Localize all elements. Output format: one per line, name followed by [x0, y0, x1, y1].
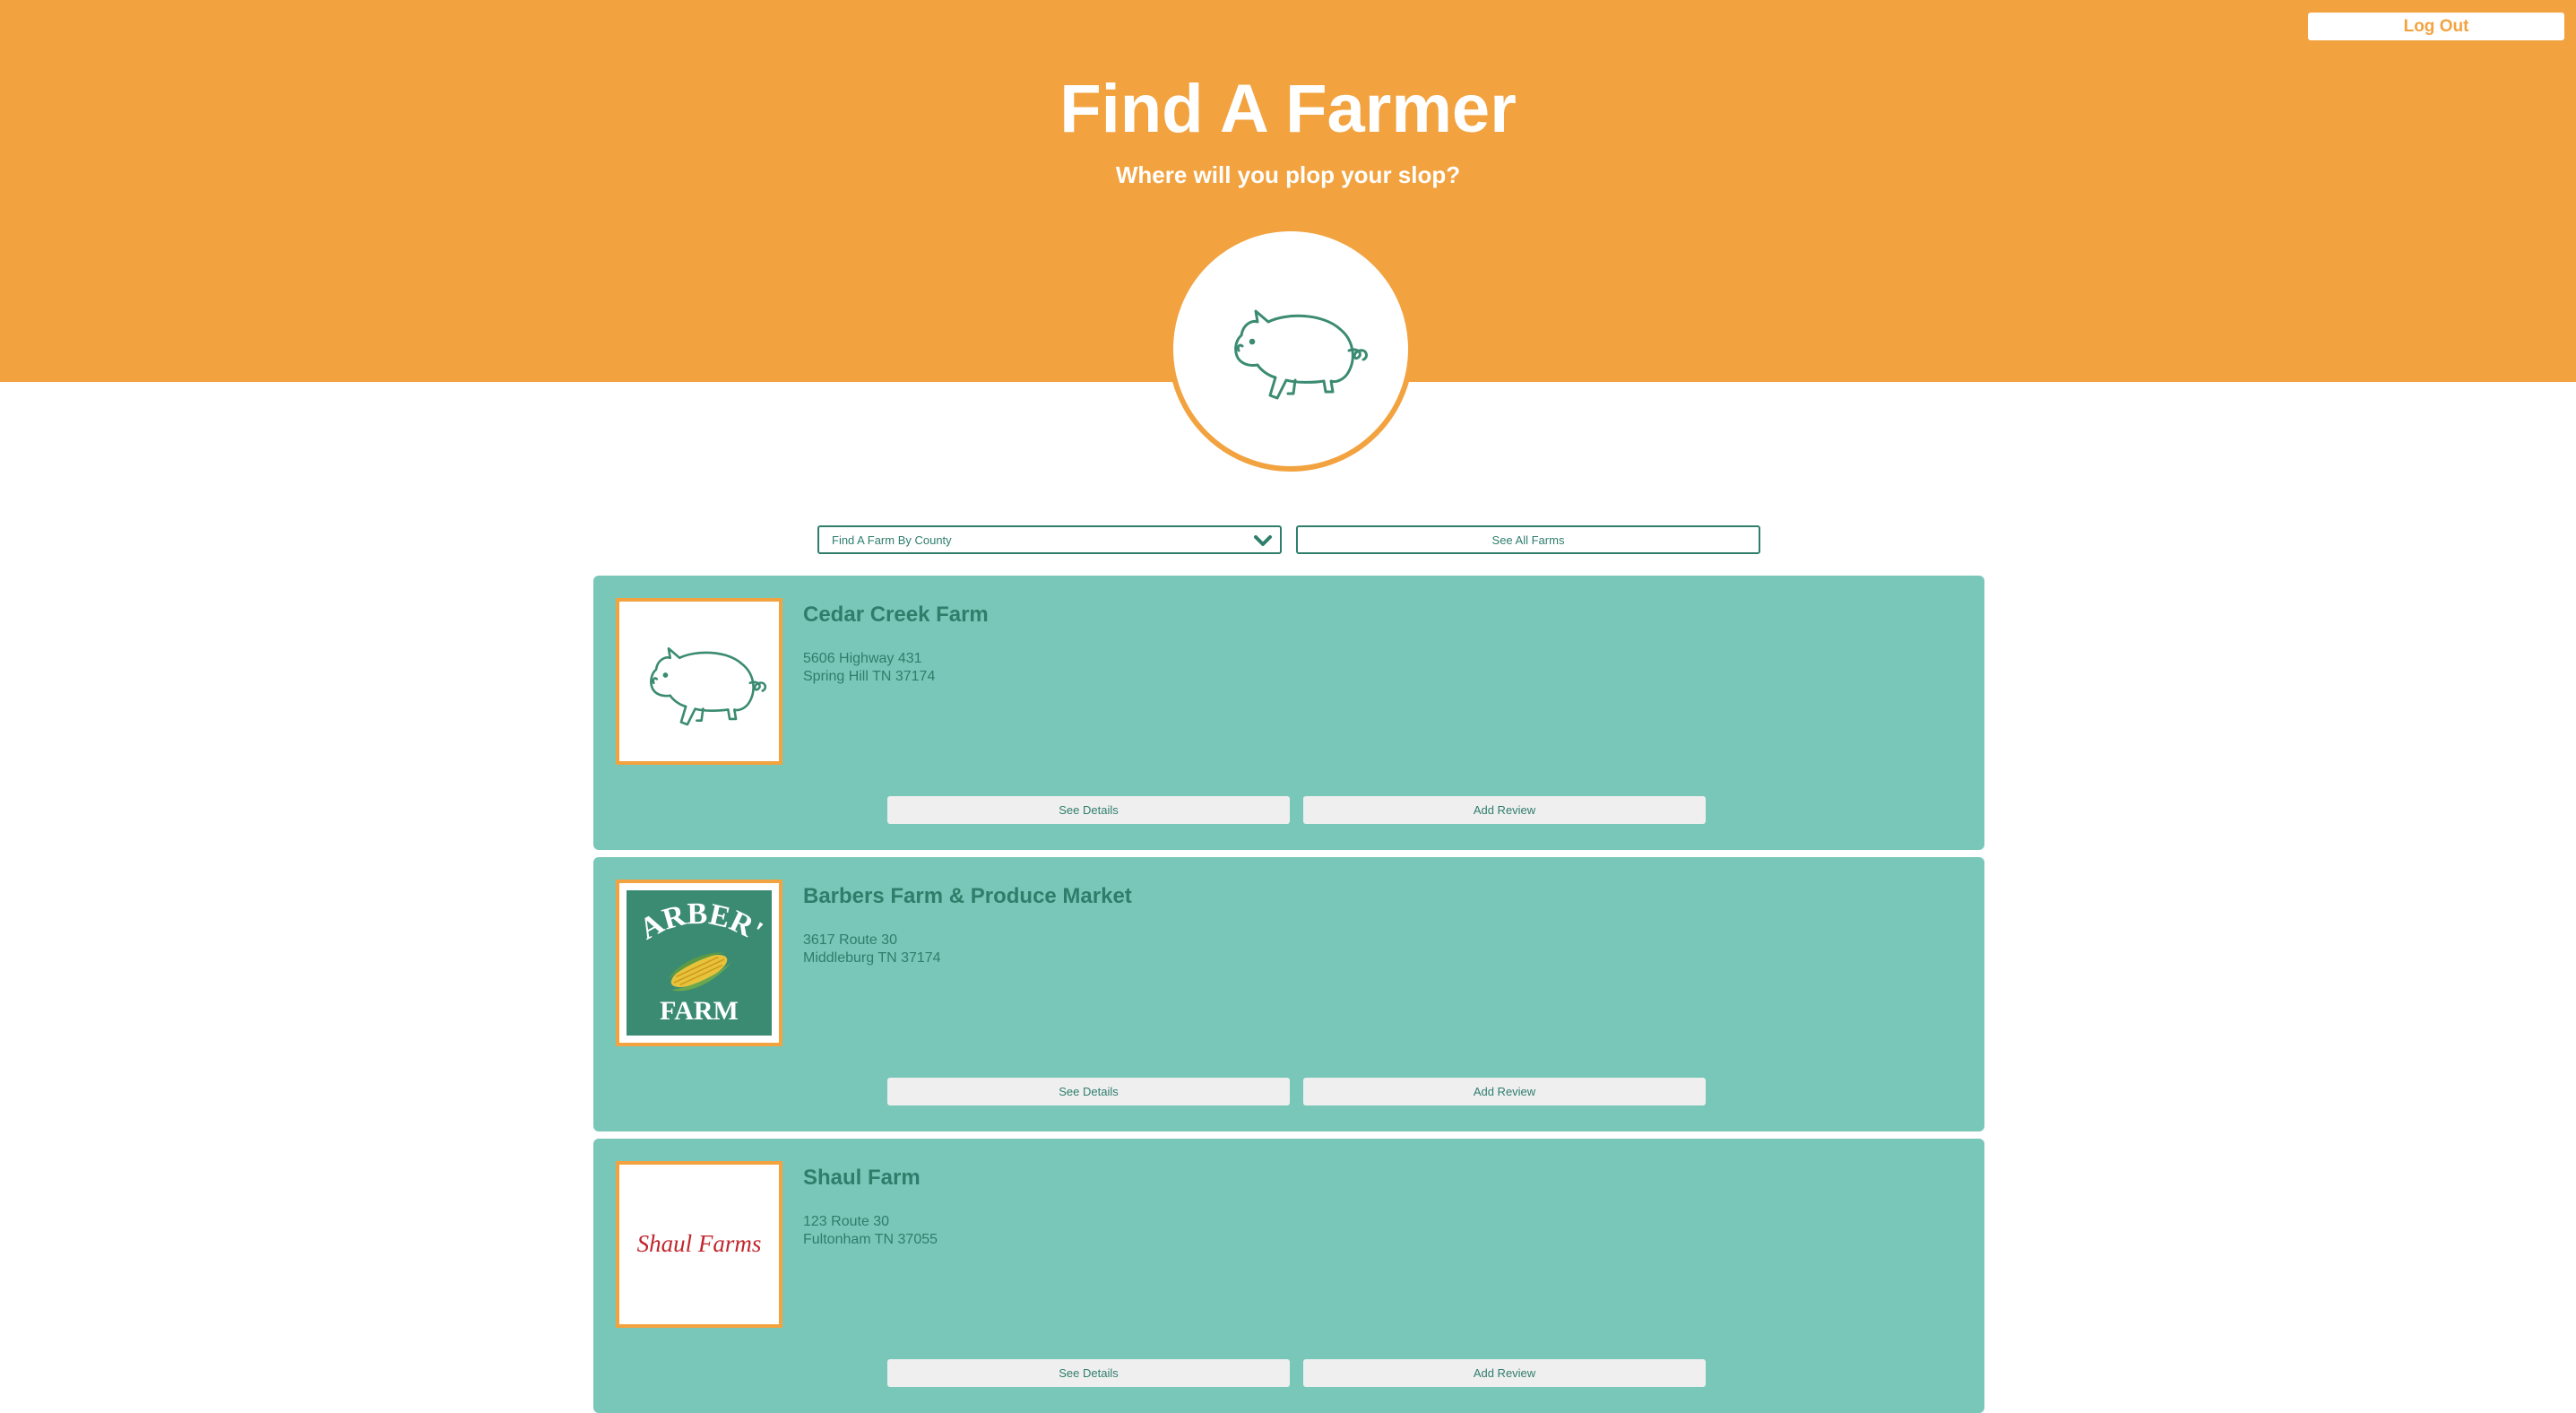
add-review-button[interactable]: Add Review	[1303, 1078, 1706, 1105]
farm-image: Shaul Farms	[616, 1161, 782, 1328]
farm-name: Cedar Creek Farm	[803, 602, 989, 627]
barbers-farm-logo: BARBER'S FARM	[627, 890, 772, 1036]
see-details-button[interactable]: See Details	[887, 1078, 1290, 1105]
farm-name: Shaul Farm	[803, 1166, 921, 1190]
shaul-logo-text: Shaul Farms	[637, 1230, 762, 1257]
barbers-logo-text-bottom: FARM	[660, 996, 739, 1026]
shaul-farms-logo: Shaul Farms	[637, 1230, 762, 1257]
county-select-label: Find A Farm By County	[832, 533, 952, 547]
farm-image: BARBER'S FARM	[616, 880, 782, 1046]
chevron-down-icon	[1254, 535, 1272, 546]
see-details-button[interactable]: See Details	[887, 796, 1290, 824]
farm-name: Barbers Farm & Produce Market	[803, 884, 1132, 908]
add-review-button[interactable]: Add Review	[1303, 1359, 1706, 1387]
farm-image	[616, 598, 782, 765]
county-select[interactable]: Find A Farm By County	[817, 525, 1282, 554]
see-all-farms-button[interactable]: See All Farms	[1296, 525, 1760, 554]
farm-card: Cedar Creek Farm 5606 Highway 431 Spring…	[593, 576, 1984, 850]
see-details-button[interactable]: See Details	[887, 1359, 1290, 1387]
farm-address-line1: 123 Route 30	[803, 1214, 890, 1229]
pig-icon	[650, 646, 767, 726]
farm-address-line2: Spring Hill TN 37174	[803, 669, 936, 684]
page-subtitle: Where will you plop your slop?	[1115, 161, 1461, 188]
page-title: Find A Farmer	[1059, 71, 1517, 147]
farm-card: Shaul Farms Shaul Farm 123 Route 30 Fult…	[593, 1139, 1984, 1413]
add-review-button[interactable]: Add Review	[1303, 796, 1706, 824]
farm-card: BARBER'S FARM Barbers Farm & Produce Mar…	[593, 857, 1984, 1131]
farm-address-line2: Fultonham TN 37055	[803, 1232, 938, 1247]
farm-address-line1: 3617 Route 30	[803, 932, 897, 948]
farm-address-line2: Middleburg TN 37174	[803, 950, 941, 966]
pig-icon	[1234, 309, 1368, 400]
logout-button[interactable]: Log Out	[2308, 13, 2564, 40]
farm-address-line1: 5606 Highway 431	[803, 651, 922, 666]
hero-logo	[1168, 226, 1413, 472]
